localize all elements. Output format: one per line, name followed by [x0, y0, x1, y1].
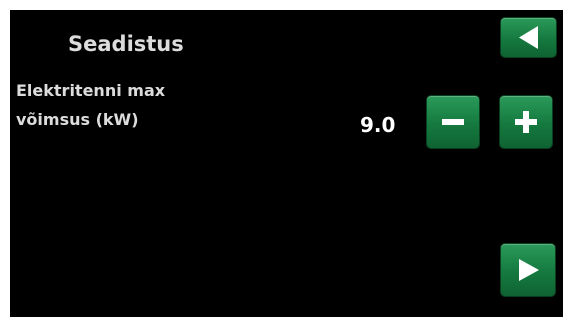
triangle-right-icon — [519, 259, 539, 281]
page-title: Seadistus — [68, 32, 184, 56]
back-button[interactable] — [501, 18, 556, 57]
setting-label-line-1: Elektritenni max — [16, 81, 166, 100]
setting-label-line-2: võimsus (kW) — [16, 110, 139, 129]
minus-icon — [442, 119, 464, 125]
triangle-left-icon — [519, 26, 538, 49]
setting-label: Elektritenni max võimsus (kW) — [16, 76, 165, 134]
next-button[interactable] — [501, 244, 555, 296]
increase-button[interactable] — [500, 96, 552, 148]
decrease-button[interactable] — [427, 96, 479, 148]
plus-icon — [515, 111, 537, 133]
setting-value: 9.0 — [360, 113, 396, 137]
settings-screen: Seadistus Elektritenni max võimsus (kW) … — [10, 10, 563, 317]
